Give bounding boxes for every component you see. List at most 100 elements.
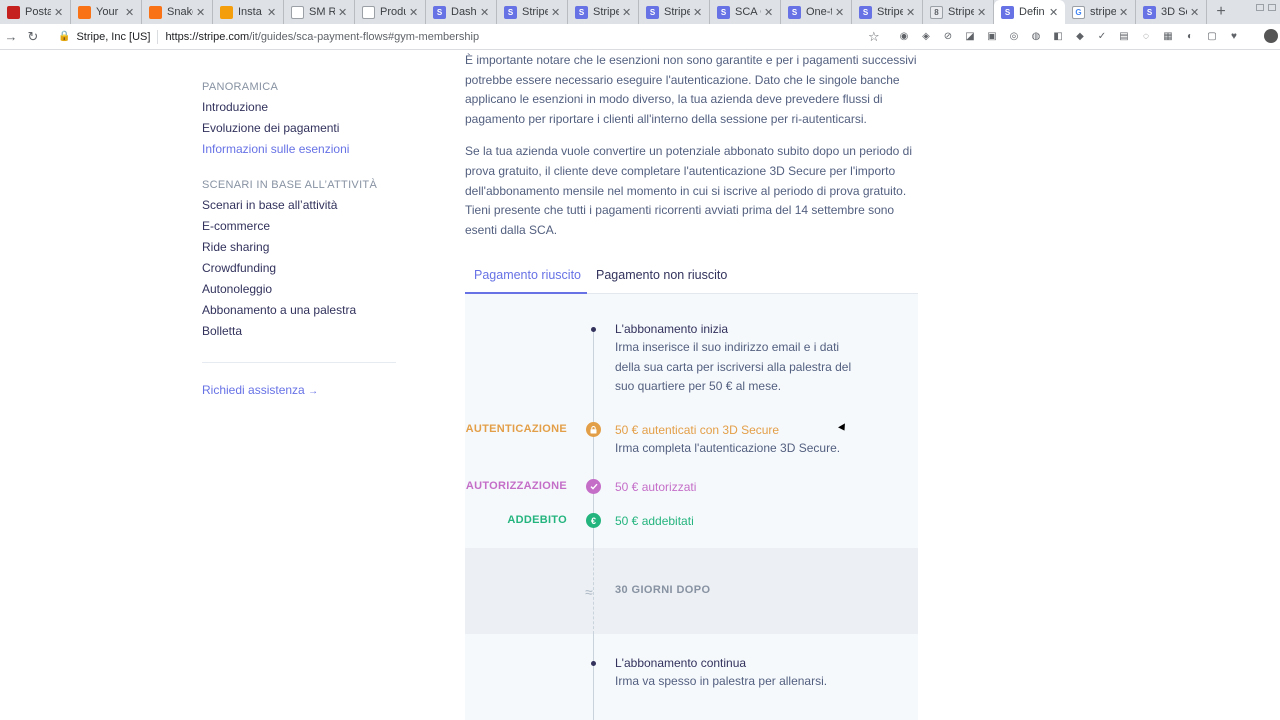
forward-icon[interactable]: → (0, 29, 22, 44)
extension-icon[interactable]: ◍ (1028, 29, 1044, 43)
extension-icon[interactable]: ◐ (1182, 29, 1198, 43)
tab-favicon-icon: S (504, 5, 517, 19)
step-label-charge: ADDEBITO (507, 514, 567, 526)
tab-title: Stripe (593, 6, 619, 18)
tab-title: Dashb (451, 6, 477, 18)
tab-title: Defin (1019, 6, 1045, 18)
sidebar-item-bill[interactable]: Bolletta (202, 324, 396, 345)
tab-title: Snake (167, 6, 193, 18)
tab-title: Stripe (522, 6, 548, 18)
tab-payment-succeeded[interactable]: Pagamento riuscito (474, 268, 581, 282)
tab-favicon-icon: S (433, 5, 446, 19)
close-tab-icon[interactable]: ✕ (1049, 6, 1059, 19)
browser-tab[interactable]: S Dashb✕ (426, 0, 497, 24)
reload-icon[interactable]: ↻ (22, 29, 44, 45)
extension-icon[interactable]: ◉ (896, 29, 912, 43)
sidebar-item-ecommerce[interactable]: E-commerce (202, 219, 396, 240)
extensions-bar: ◉ ◈ ⊘ ◪ ▣ ◎ ◍ ◧ ◆ ✓ ▤ ◌ ▦ ◐ ▢ ♥ (896, 29, 1242, 43)
step-title: 50 € autenticati con 3D Secure (615, 423, 780, 437)
close-tab-icon[interactable]: ✕ (196, 6, 206, 19)
close-tab-icon[interactable]: ✕ (764, 6, 774, 19)
sidebar-item-gym-membership[interactable]: Abbonamento a una palestra (202, 303, 396, 324)
close-tab-icon[interactable]: ✕ (906, 6, 916, 19)
close-tab-icon[interactable]: ✕ (693, 6, 703, 19)
payment-flow-diagram: L'abbonamento inizia Irma inserisce il s… (465, 294, 918, 720)
site-identity[interactable]: Stripe, Inc [US] (76, 31, 150, 43)
close-tab-icon[interactable]: ✕ (622, 6, 632, 19)
new-tab-button[interactable]: + (1207, 0, 1235, 24)
browser-tab[interactable]: Insta ✕ (213, 0, 284, 24)
maximize-icon[interactable] (1268, 4, 1276, 11)
profile-avatar[interactable] (1264, 29, 1278, 43)
close-tab-icon[interactable]: ✕ (835, 6, 845, 19)
sidebar-item-intro[interactable]: Introduzione (202, 100, 396, 121)
extension-icon[interactable]: ◪ (962, 29, 978, 43)
extension-icon[interactable]: ▤ (1116, 29, 1132, 43)
close-tab-icon[interactable]: ✕ (977, 6, 987, 19)
timeline-line (593, 634, 594, 720)
extension-icon[interactable]: ◈ (918, 29, 934, 43)
sidebar-item-evolution[interactable]: Evoluzione dei pagamenti (202, 121, 396, 142)
browser-tab[interactable]: SM Ro✕ (284, 0, 355, 24)
browser-tab[interactable]: S SCA G✕ (710, 0, 781, 24)
browser-tab[interactable]: S Stripe ✕ (497, 0, 568, 24)
url-field[interactable]: https://stripe.com/it/guides/sca-payment… (165, 31, 479, 43)
sidebar-group-scenarios: SCENARI IN BASE ALL’ATTIVITÀ Scenari in … (202, 179, 396, 345)
browser-tab[interactable]: S Stripe ✕ (568, 0, 639, 24)
close-tab-icon[interactable]: ✕ (267, 6, 277, 19)
sidebar-item-car-rental[interactable]: Autonoleggio (202, 282, 396, 303)
extension-icon[interactable]: ▢ (1204, 29, 1220, 43)
help-link[interactable]: Richiedi assistenza → (202, 383, 396, 397)
arrow-right-icon: → (308, 386, 319, 397)
sidebar-item-scenarios[interactable]: Scenari in base all’attività (202, 198, 396, 219)
browser-tab[interactable]: Posta ✕ (0, 0, 71, 24)
browser-tab[interactable]: Produ✕ (355, 0, 426, 24)
tab-favicon-icon: 8 (930, 5, 943, 19)
extension-icon[interactable]: ▦ (1160, 29, 1176, 43)
timeline-dot (591, 327, 596, 332)
extension-icon[interactable]: ◎ (1006, 29, 1022, 43)
extension-icon[interactable]: ♥ (1226, 29, 1242, 43)
tab-favicon-icon: S (1143, 5, 1156, 19)
close-tab-icon[interactable]: ✕ (125, 6, 135, 19)
step-title: L'abbonamento inizia (615, 322, 729, 336)
bookmark-star-icon[interactable]: ☆ (868, 29, 880, 45)
extension-icon[interactable]: ◧ (1050, 29, 1066, 43)
url-host: https://stripe.com (165, 30, 250, 43)
browser-tab[interactable]: 8 Stripe ✕ (923, 0, 994, 24)
close-tab-icon[interactable]: ✕ (1190, 6, 1200, 19)
step-title: L'abbonamento continua (615, 656, 747, 670)
browser-tab[interactable]: S Defin ✕ (994, 0, 1065, 24)
close-tab-icon[interactable]: ✕ (54, 6, 64, 19)
browser-tab[interactable]: S Stripe ✕ (852, 0, 923, 24)
time-gap-label: 30 GIORNI DOPO (615, 584, 711, 596)
tab-favicon-icon (220, 5, 233, 19)
sidebar-item-crowdfunding[interactable]: Crowdfunding (202, 261, 396, 282)
close-tab-icon[interactable]: ✕ (1119, 6, 1129, 19)
extension-icon[interactable]: ◌ (1138, 29, 1154, 43)
close-tab-icon[interactable]: ✕ (480, 6, 490, 19)
extension-icon[interactable]: ▣ (984, 29, 1000, 43)
browser-tab[interactable]: Snake✕ (142, 0, 213, 24)
minimize-icon[interactable] (1256, 4, 1264, 11)
sidebar-item-exemptions[interactable]: Informazioni sulle esenzioni (202, 142, 396, 163)
step-description: Irma inserisce il suo indirizzo email e … (615, 340, 852, 394)
step-label-authorization: AUTORIZZAZIONE (465, 480, 567, 492)
sidebar-item-ride-sharing[interactable]: Ride sharing (202, 240, 396, 261)
close-tab-icon[interactable]: ✕ (409, 6, 419, 19)
close-tab-icon[interactable]: ✕ (551, 6, 561, 19)
separator (157, 29, 159, 44)
browser-tab[interactable]: S 3D Se✕ (1136, 0, 1207, 24)
close-tab-icon[interactable]: ✕ (338, 6, 348, 19)
tab-payment-failed[interactable]: Pagamento non riuscito (596, 268, 727, 282)
browser-tab[interactable]: S One-t ✕ (781, 0, 852, 24)
extension-icon[interactable]: ◆ (1072, 29, 1088, 43)
browser-tab[interactable]: Gstripe ✕ (1065, 0, 1136, 24)
extension-icon[interactable]: ✓ (1094, 29, 1110, 43)
lock-icon[interactable]: 🔒 (58, 31, 70, 42)
browser-tab[interactable]: Your ✕ (71, 0, 142, 24)
extension-icon[interactable]: ⊘ (940, 29, 956, 43)
browser-tab[interactable]: S Stripe ✕ (639, 0, 710, 24)
sidebar-divider (202, 362, 396, 363)
step-label-authentication: AUTENTICAZIONE (465, 423, 567, 435)
